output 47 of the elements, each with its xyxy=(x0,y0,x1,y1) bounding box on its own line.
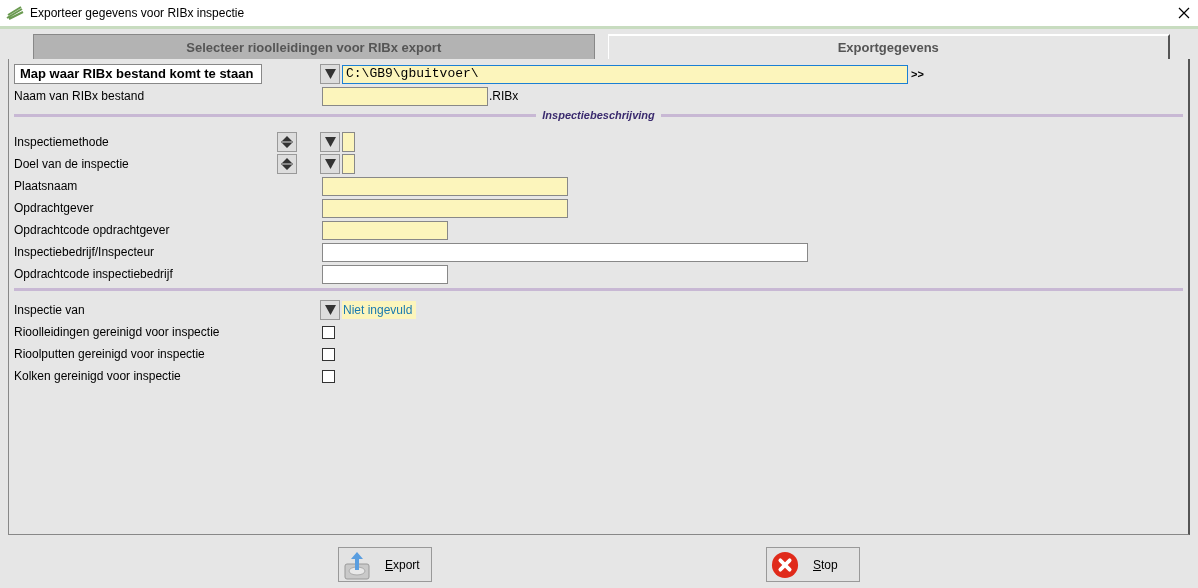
field-label: Inspectiemethode xyxy=(14,135,110,149)
checkbox[interactable] xyxy=(322,369,335,383)
field-label: Opdrachtcode opdrachtgever xyxy=(14,223,171,237)
section-heading: Inspectiebeschrijving xyxy=(542,109,655,121)
caret-icon xyxy=(324,137,336,147)
browse-button[interactable]: >> xyxy=(911,68,924,80)
dropdown-button[interactable] xyxy=(320,132,340,152)
select-field[interactable] xyxy=(342,132,355,152)
checkbox[interactable] xyxy=(322,325,335,339)
stop-button[interactable]: Stop xyxy=(766,547,860,582)
spin-button[interactable] xyxy=(277,132,297,152)
field-label: Inspectiebedrijf/Inspecteur xyxy=(14,245,156,259)
field-label: Plaatsnaam xyxy=(14,179,79,193)
field-label: Rioolleidingen gereinigd voor inspectie xyxy=(14,325,221,339)
file-extension: .RIBx xyxy=(489,89,519,103)
select-field[interactable] xyxy=(342,154,355,174)
field-label: Inspectie van xyxy=(14,303,86,317)
tab[interactable]: Exportgegevens xyxy=(607,34,1170,59)
close-icon[interactable] xyxy=(1176,5,1192,21)
field-label: Rioolputten gereinigd voor inspectie xyxy=(14,347,206,361)
folder-field[interactable]: C:\GB9\gbuitvoer\ xyxy=(342,64,908,84)
caret-icon xyxy=(324,69,336,79)
tab[interactable]: Selecteer rioolleidingen voor RIBx export xyxy=(33,34,595,59)
caret-icon xyxy=(324,305,336,315)
app-icon xyxy=(6,6,24,20)
caret-icon xyxy=(324,159,336,169)
dropdown-button[interactable] xyxy=(320,300,340,320)
text-field[interactable] xyxy=(322,176,568,196)
select-field[interactable]: Niet ingevuld xyxy=(342,301,417,319)
field-label: Doel van de inspectie xyxy=(14,157,130,171)
field-label: Naam van RIBx bestand xyxy=(14,89,146,103)
text-field[interactable] xyxy=(322,264,448,284)
export-button[interactable]: Export xyxy=(338,547,432,582)
spin-button[interactable] xyxy=(277,154,297,174)
text-field[interactable] xyxy=(322,198,568,218)
dropdown-button[interactable] xyxy=(320,154,340,174)
text-field[interactable] xyxy=(322,242,808,262)
field-label: Map waar RIBx bestand komt te staan xyxy=(14,64,262,84)
field-label: Kolken gereinigd voor inspectie xyxy=(14,369,182,383)
checkbox[interactable] xyxy=(322,347,335,361)
close-icon xyxy=(771,549,799,580)
field-label: Opdrachtgever xyxy=(14,201,95,215)
window-title: Exporteer gegevens voor RIBx inspectie xyxy=(30,6,246,20)
dropdown-button[interactable] xyxy=(320,64,340,84)
text-field[interactable] xyxy=(322,220,448,240)
text-field[interactable] xyxy=(322,86,488,106)
field-label: Opdrachtcode inspectiebedrijf xyxy=(14,267,174,281)
